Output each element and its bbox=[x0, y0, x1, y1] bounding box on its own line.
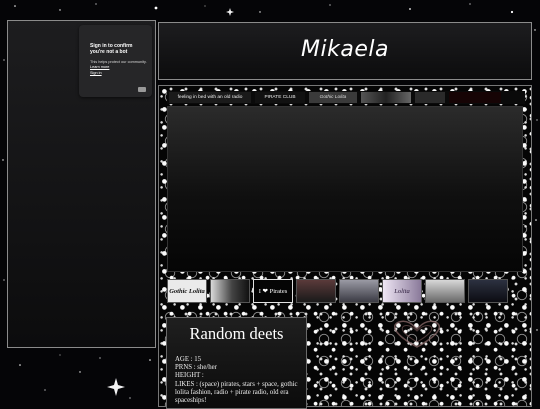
button-gothic-lolita[interactable]: Gothic Lolita bbox=[167, 279, 207, 303]
banner-red[interactable] bbox=[449, 92, 501, 103]
deets-pronouns: PRNS : she/her bbox=[175, 364, 217, 372]
button-7[interactable] bbox=[468, 279, 508, 303]
banner-gothic-lolita[interactable]: Gothic Lolita bbox=[309, 92, 357, 103]
heart-decoration-icon bbox=[394, 320, 440, 348]
random-deets-list: AGE : 15 PRNS : she/her HEIGHT : LIKES :… bbox=[175, 356, 303, 405]
button-i-love-pirates[interactable]: I ❤ Pirates bbox=[253, 279, 293, 303]
deets-age: AGE : 15 bbox=[175, 356, 202, 363]
random-deets-title: Random deets bbox=[189, 324, 284, 343]
banner-pirate-club[interactable]: PIRATE CLUB bbox=[255, 92, 305, 103]
sign-in-link[interactable]: Sign in bbox=[90, 71, 102, 75]
embedded-video-area[interactable] bbox=[167, 106, 523, 272]
button-lolita[interactable]: Lolita bbox=[382, 279, 422, 303]
youtube-icon bbox=[138, 87, 146, 92]
bot-check-title: Sign in to confirm you're not a bot bbox=[90, 43, 133, 55]
learn-more-link[interactable]: Learn more bbox=[90, 65, 109, 69]
button-4[interactable] bbox=[339, 279, 379, 303]
bot-check-popup: Sign in to confirm you're not a bot This… bbox=[79, 25, 152, 97]
button-6[interactable] bbox=[425, 279, 465, 303]
banner-eyes[interactable] bbox=[361, 92, 411, 103]
button-1[interactable] bbox=[210, 279, 250, 303]
profile-name: Mikaela bbox=[301, 37, 389, 62]
banner-dark[interactable] bbox=[415, 92, 445, 103]
banner-radio[interactable]: feeling in bed with an old radio bbox=[169, 92, 251, 103]
button-3[interactable] bbox=[296, 279, 336, 303]
button-row: Gothic Lolita I ❤ Pirates Lolita bbox=[167, 279, 509, 304]
bot-check-text: This helps protect our community. bbox=[90, 60, 147, 64]
bot-check-body: This helps protect our community. Learn … bbox=[90, 60, 148, 76]
header-panel: Mikaela bbox=[158, 22, 532, 80]
random-deets-panel: Random deets AGE : 15 PRNS : she/her HEI… bbox=[166, 317, 307, 409]
banner-strip: feeling in bed with an old radio PIRATE … bbox=[167, 91, 525, 104]
deets-likes: LIKES : (space) pirates, stars + space, … bbox=[175, 380, 298, 405]
deets-height: HEIGHT : bbox=[175, 372, 204, 380]
